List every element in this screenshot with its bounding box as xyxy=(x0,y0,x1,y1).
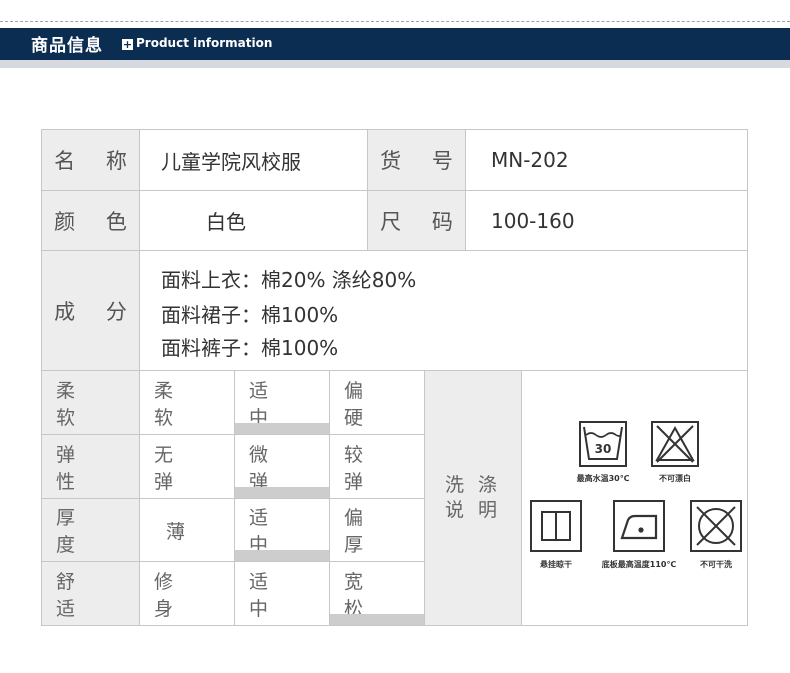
section-subtitle-text: Product information xyxy=(136,36,273,50)
washing-label: 洗 涤 说 明 xyxy=(425,371,522,625)
size-label: 尺 码 xyxy=(368,191,466,251)
rating-option: 偏 硬 xyxy=(330,371,425,435)
name-label: 名 称 xyxy=(42,130,140,191)
rating-option-selected: 适 中 xyxy=(235,371,330,435)
no-bleach-icon xyxy=(651,421,699,467)
size-value: 100-160 xyxy=(466,191,747,251)
rating-option-selected: 微 弹 xyxy=(235,435,330,499)
rating-option: 柔 软 xyxy=(140,371,235,435)
rating-label-thickness: 厚 度 xyxy=(42,499,140,562)
care-caption: 最高水温30℃ xyxy=(576,474,630,483)
dashed-divider xyxy=(0,21,790,22)
composition-label: 成 分 xyxy=(42,251,140,371)
care-caption: 底板最高温度110℃ xyxy=(601,560,677,569)
rating-option-selected: 宽 松 xyxy=(330,562,425,625)
rating-option: 无 弹 xyxy=(140,435,235,499)
washing-label-line1: 洗 涤 xyxy=(444,474,502,496)
iron-110-icon xyxy=(613,500,665,552)
rating-option: 薄 xyxy=(140,499,235,562)
plus-icon: + xyxy=(122,38,133,51)
rating-label-comfort: 舒 适 xyxy=(42,562,140,625)
composition-pants: 面料裤子：棉100% xyxy=(161,336,339,360)
care-caption: 悬挂晾干 xyxy=(540,560,572,569)
header-underline xyxy=(0,60,790,68)
washing-icons-panel: 30 最高水温30℃ 不可漂白 悬挂晾干 底板最高温度110℃ 不可干洗 xyxy=(522,371,747,625)
section-header: 商品信息 + Product information xyxy=(0,28,790,60)
washing-label-line2: 说 明 xyxy=(444,499,502,521)
color-label: 颜 色 xyxy=(42,191,140,251)
sku-label: 货 号 xyxy=(368,130,466,191)
section-subtitle: + Product information xyxy=(122,36,272,50)
no-dry-clean-icon xyxy=(690,500,742,552)
care-caption: 不可干洗 xyxy=(700,560,732,569)
selected-bar xyxy=(235,487,329,498)
rating-label-elasticity: 弹 性 xyxy=(42,435,140,499)
selected-bar xyxy=(330,614,424,625)
rating-option-text: 宽 松 xyxy=(344,570,378,620)
wash-temp: 30 xyxy=(595,442,612,456)
rating-option-text: 微 弹 xyxy=(249,443,283,493)
rating-option: 修 身 xyxy=(140,562,235,625)
selected-bar xyxy=(235,423,329,434)
rating-label-softness: 柔 软 xyxy=(42,371,140,435)
rating-option-text: 适 中 xyxy=(249,379,283,429)
composition-top: 面料上衣：棉20% 涤纶80% xyxy=(161,268,417,292)
care-caption: 不可漂白 xyxy=(659,474,691,483)
rating-option: 适 中 xyxy=(235,562,330,625)
rating-option-selected: 适 中 xyxy=(235,499,330,562)
section-title: 商品信息 xyxy=(31,36,103,56)
color-value: 白色 xyxy=(140,191,368,251)
hang-dry-icon xyxy=(530,500,582,552)
name-value: 儿童学院风校服 xyxy=(140,130,368,191)
top-margin xyxy=(0,0,790,22)
rating-option: 较 弹 xyxy=(330,435,425,499)
composition-skirt: 面料裙子：棉100% xyxy=(161,303,339,327)
wash-30-icon: 30 xyxy=(579,421,627,467)
rating-option-text: 适 中 xyxy=(249,507,283,556)
sku-value: MN-202 xyxy=(466,130,747,191)
rating-option: 偏 厚 xyxy=(330,499,425,562)
composition-values: 面料上衣：棉20% 涤纶80% 面料裙子：棉100% 面料裤子：棉100% xyxy=(140,251,747,371)
selected-bar xyxy=(235,550,329,561)
product-info-table: 名 称 儿童学院风校服 货 号 MN-202 颜 色 白色 尺 码 100-16… xyxy=(41,129,748,626)
